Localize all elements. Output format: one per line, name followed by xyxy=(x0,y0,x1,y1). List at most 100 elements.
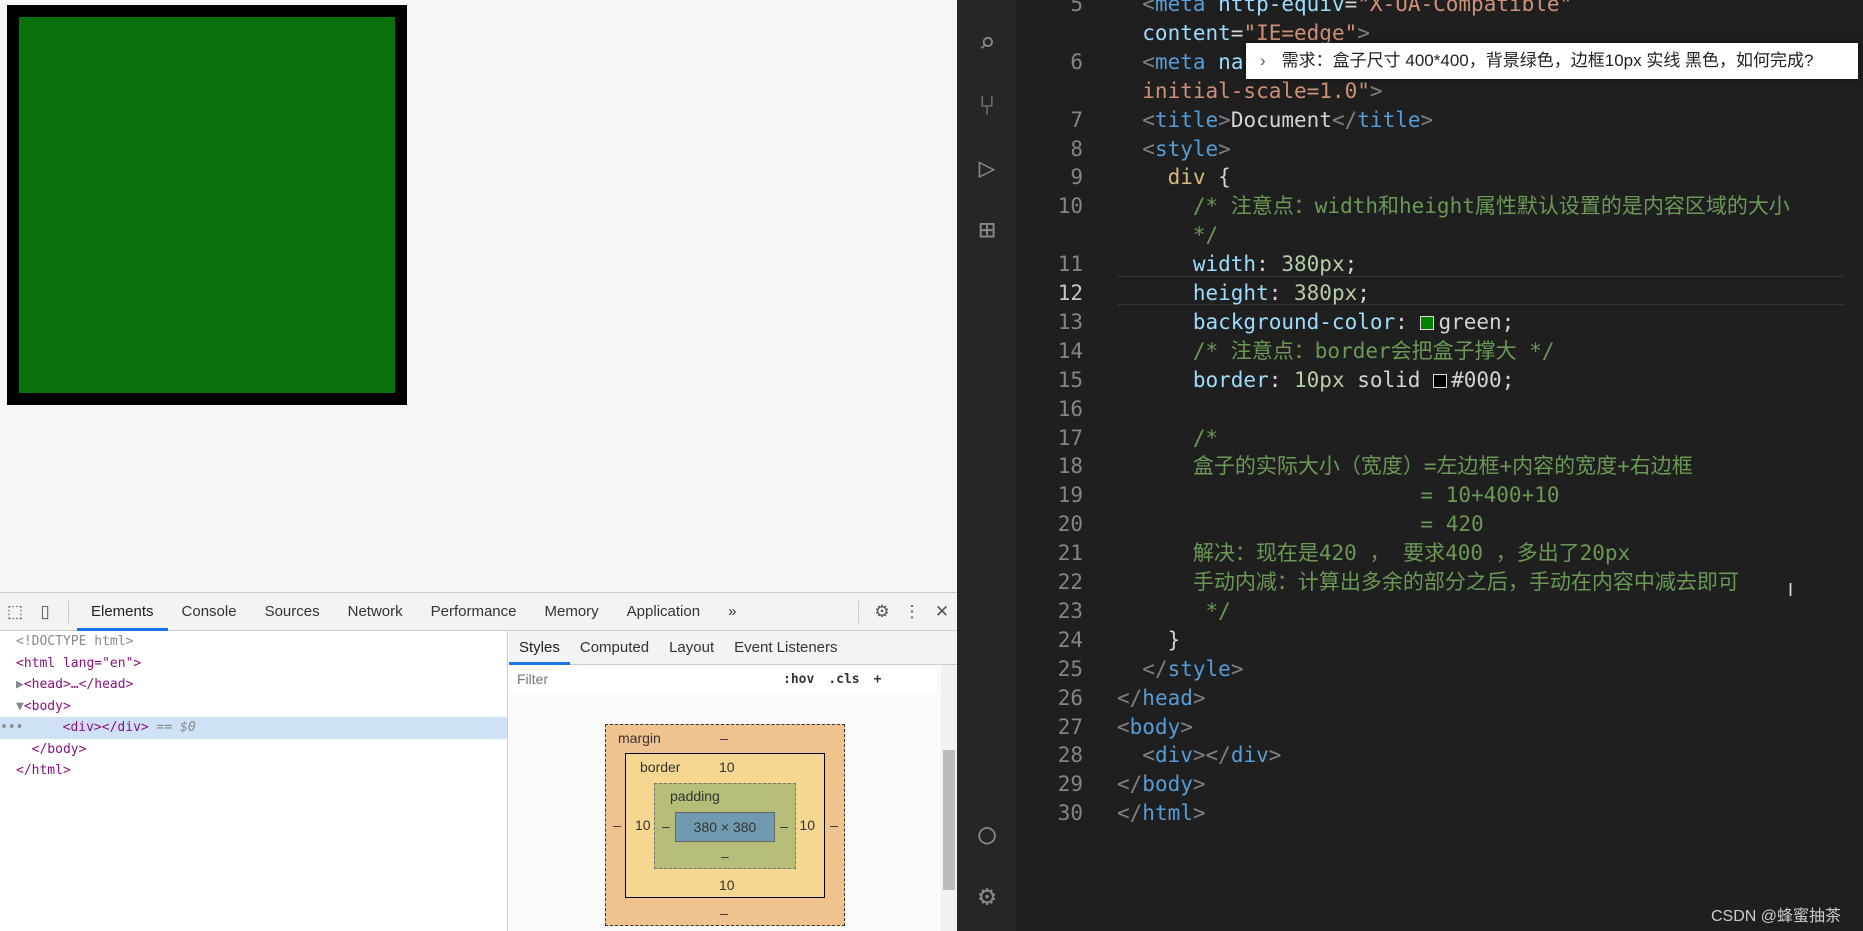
dom-node[interactable]: </body> xyxy=(0,739,507,761)
color-swatch-green[interactable] xyxy=(1420,315,1435,330)
code-token: { xyxy=(1205,165,1231,190)
tab-event-listeners[interactable]: Event Listeners xyxy=(724,631,847,665)
dom-node[interactable]: ••• <div></div> == $0 xyxy=(0,717,507,739)
code-token: http-equiv xyxy=(1205,0,1345,16)
tab-computed[interactable]: Computed xyxy=(570,631,659,665)
more-tabs-button[interactable]: » xyxy=(714,593,750,631)
code-text: /* xyxy=(1117,424,1218,453)
line-number: 20 xyxy=(1057,512,1083,537)
tab-layout[interactable]: Layout xyxy=(659,631,724,665)
border-label: border xyxy=(640,759,681,775)
tab-network[interactable]: Network xyxy=(334,593,417,631)
code-token: border xyxy=(1117,367,1269,392)
scrollbar-thumb[interactable] xyxy=(943,750,955,890)
gear-icon[interactable]: ⚙ xyxy=(867,602,897,622)
tab-performance[interactable]: Performance xyxy=(417,593,531,631)
tab-elements[interactable]: Elements xyxy=(77,593,168,631)
code-token: body xyxy=(1142,772,1193,797)
code-token: width xyxy=(1117,252,1257,277)
dom-node-ref: == $0 xyxy=(148,720,196,735)
devtools-panel: ⬚ ▯ Elements Console Sources Network Perform… xyxy=(0,592,957,931)
dom-node[interactable]: </html> xyxy=(0,760,507,782)
code-token: style xyxy=(1167,656,1231,681)
code-token: < xyxy=(1142,0,1155,16)
code-token: : xyxy=(1268,367,1295,392)
code-line: */ xyxy=(957,221,1863,250)
code-token: "X-UA-Compatible" xyxy=(1357,0,1573,16)
code-token: 10px xyxy=(1294,367,1345,392)
cls-button[interactable]: .cls xyxy=(828,672,859,687)
styles-tabs: Styles Computed Layout Event Listeners xyxy=(509,631,957,665)
device-toolbar-icon[interactable]: ▯ xyxy=(30,602,60,622)
code-line: 9 div { xyxy=(957,163,1863,192)
tab-application[interactable]: Application xyxy=(613,593,714,631)
code-text: */ xyxy=(1117,597,1231,626)
manage-gear-icon[interactable]: ⚙ xyxy=(969,878,1005,914)
code-text: <style> xyxy=(1117,135,1231,164)
line-number: 25 xyxy=(1057,656,1083,681)
line-number: 12 xyxy=(1057,281,1083,305)
code-token: height xyxy=(1117,281,1269,305)
line-number: 7 xyxy=(1070,107,1083,132)
padding-label: padding xyxy=(670,788,720,804)
code-token: < xyxy=(1142,136,1155,161)
dom-node-text: <head>…</head> xyxy=(23,677,134,692)
line-number: 10 xyxy=(1057,194,1083,219)
border-top: 10 xyxy=(719,759,735,775)
expand-toggle[interactable]: ▶ xyxy=(16,677,24,692)
filter-input[interactable] xyxy=(509,671,769,687)
dom-node[interactable]: <!DOCTYPE html> xyxy=(0,631,507,653)
padding-bottom: – xyxy=(721,848,729,864)
line-number: 23 xyxy=(1057,598,1083,623)
code-token: Document xyxy=(1230,107,1332,132)
code-token: background-color xyxy=(1117,309,1396,334)
line-number: 6 xyxy=(1070,49,1083,74)
tab-sources[interactable]: Sources xyxy=(251,593,334,631)
styles-scrollbar[interactable] xyxy=(941,665,957,931)
requirement-tooltip: › 需求：盒子尺寸 400*400，背景绿色，边框10px 实线 黑色，如何完成? xyxy=(1246,43,1858,79)
code-text: div { xyxy=(1117,163,1231,192)
code-token: /* 注意点：width和height属性默认设置的是内容区域的大小 xyxy=(1117,194,1790,219)
dom-node-text: <html lang="en"> xyxy=(16,655,142,671)
code-token: 盒子的实际大小（宽度）=左边框+内容的宽度+右边框 xyxy=(1117,454,1693,479)
tab-console[interactable]: Console xyxy=(168,593,251,631)
code-token: na xyxy=(1205,49,1244,74)
code-text: = 10+400+10 xyxy=(1117,481,1559,510)
close-icon[interactable]: ✕ xyxy=(927,602,957,622)
color-swatch-black[interactable] xyxy=(1433,373,1448,388)
code-text: <meta http-equiv="X-UA-Compatible" xyxy=(1117,0,1572,19)
code-line: 24 } xyxy=(957,626,1863,655)
browser-viewport: ⬚ ▯ Elements Console Sources Network Perform… xyxy=(0,0,957,931)
code-token: */ xyxy=(1117,223,1219,248)
margin-bottom: – xyxy=(720,905,728,921)
code-text: </html> xyxy=(1117,799,1206,828)
dom-node[interactable]: ▶<head>…</head> xyxy=(0,674,507,696)
new-rule-button[interactable]: + xyxy=(874,672,882,687)
code-token: </ xyxy=(1117,685,1143,710)
margin-left: – xyxy=(613,817,621,833)
dom-node[interactable]: ▼<body> xyxy=(0,696,507,718)
expand-toggle xyxy=(16,742,32,757)
code-token: head xyxy=(1142,685,1193,710)
hov-button[interactable]: :hov xyxy=(783,672,814,687)
code-token: 380px xyxy=(1281,252,1345,277)
code-text: </head> xyxy=(1117,684,1206,713)
dom-node[interactable]: <html lang="en"> xyxy=(0,653,507,675)
code-token: : xyxy=(1395,309,1421,334)
watermark: CSDN @蜂蜜抽茶 xyxy=(1711,908,1842,925)
code-text: height: 380px; xyxy=(1117,279,1370,308)
dom-node-text: <!DOCTYPE html> xyxy=(16,634,134,649)
expand-toggle[interactable]: ▼ xyxy=(16,699,24,714)
more-options-icon[interactable]: ⋮ xyxy=(897,602,927,622)
code-text: border: 10px solid #000; xyxy=(1117,366,1515,395)
tab-styles[interactable]: Styles xyxy=(509,631,570,665)
line-number: 28 xyxy=(1057,743,1083,768)
dom-node-text: <body> xyxy=(23,698,71,714)
code-line: 21 解决：现在是420 ， 要求400 ，多出了20px xyxy=(957,539,1863,568)
inspect-element-icon[interactable]: ⬚ xyxy=(0,602,30,622)
line-number: 27 xyxy=(1057,714,1083,739)
tab-memory[interactable]: Memory xyxy=(531,593,613,631)
border-bottom: 10 xyxy=(719,877,735,893)
